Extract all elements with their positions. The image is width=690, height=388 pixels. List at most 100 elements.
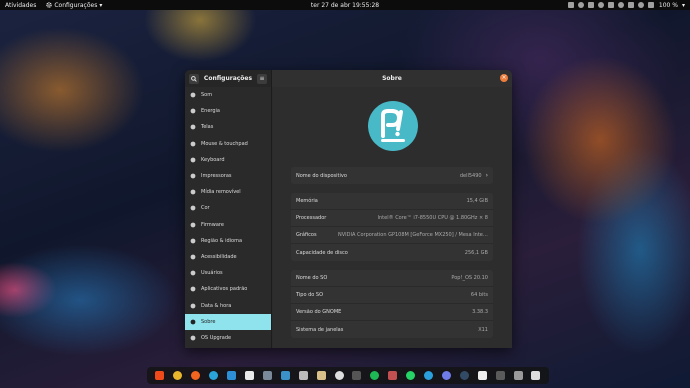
clock-icon	[190, 303, 196, 309]
globe-icon	[190, 238, 196, 244]
star-icon	[190, 286, 196, 292]
cpu-monitor-icon[interactable]	[567, 2, 574, 8]
sidebar-item-som[interactable]: Som	[185, 87, 271, 103]
display-icon	[190, 124, 196, 130]
sidebar-item-regi-o-idioma[interactable]: Região & idioma	[185, 233, 271, 249]
steam-icon[interactable]	[459, 371, 469, 380]
chevron-down-icon[interactable]: ▾	[682, 2, 685, 9]
device-name-row[interactable]: Nome do dispositivo dell5490 ›	[291, 167, 493, 184]
sidebar-item-label: Energia	[201, 108, 220, 115]
sidebar-item-label: Acessibilidade	[201, 253, 237, 260]
hardware-card: Memória 15,4 GiB Processador Intel® Core™ i…	[291, 193, 493, 261]
app-menu[interactable]: Configurações ▾	[46, 2, 102, 9]
trash-icon[interactable]	[513, 371, 523, 380]
os-info-label: Tipo do SO	[296, 292, 324, 298]
settings-window: Configurações ≡ Sobre × Som Energia Telas M…	[185, 70, 512, 348]
content-header: Sobre ×	[272, 70, 512, 87]
chrome-icon[interactable]	[173, 371, 183, 380]
text-editor-icon[interactable]	[298, 371, 308, 380]
sidebar-item-label: Mouse & touchpad	[201, 140, 248, 147]
sidebar-item-os-upgrade[interactable]: OS Upgrade	[185, 330, 271, 346]
upgrade-icon	[190, 335, 196, 341]
hardware-info-label: Memória	[296, 198, 318, 204]
hardware-info-label: Capacidade de disco	[296, 249, 348, 256]
pop-os-logo	[368, 101, 418, 151]
color-icon	[190, 205, 196, 211]
sidebar-item-impressoras[interactable]: Impressoras	[185, 168, 271, 184]
about-panel: Nome do dispositivo dell5490 › Memória 15…	[273, 87, 512, 348]
spotify-icon[interactable]	[370, 371, 380, 380]
media-icon	[190, 189, 196, 195]
vpn-icon[interactable]	[627, 2, 634, 8]
brave-icon[interactable]	[155, 371, 165, 380]
screenshot-icon[interactable]	[280, 371, 290, 380]
os-info-label: Versão do GNOME	[296, 309, 342, 315]
info-icon	[190, 319, 196, 325]
clipboard-icon[interactable]	[587, 2, 594, 8]
pdf-icon[interactable]	[495, 371, 505, 380]
sidebar-item-m-dia-remov-vel[interactable]: Mídia removível	[185, 184, 271, 200]
telegram-icon[interactable]	[424, 371, 434, 380]
accessibility-icon	[190, 254, 196, 260]
terminal-icon[interactable]	[352, 371, 362, 380]
sidebar-item-aplicativos-padr-o[interactable]: Aplicativos padrão	[185, 281, 271, 297]
sidebar-item-telas[interactable]: Telas	[185, 119, 271, 135]
sidebar-item-cor[interactable]: Cor	[185, 200, 271, 216]
discord-icon[interactable]	[441, 371, 451, 380]
sidebar-item-energia[interactable]: Energia	[185, 103, 271, 119]
printer-icon	[190, 173, 196, 179]
sidebar-item-data-hora[interactable]: Data & hora	[185, 297, 271, 313]
sidebar-item-mouse-touchpad[interactable]: Mouse & touchpad	[185, 136, 271, 152]
hardware-info-row: Gráficos NVIDIA Corporation GP108M [GeFor…	[291, 227, 493, 244]
settings-icon[interactable]	[334, 371, 344, 380]
clock[interactable]: ter 27 de abr 19:55:28	[311, 2, 379, 9]
dropbox-icon[interactable]	[577, 2, 584, 8]
sidebar-item-sobre[interactable]: Sobre	[185, 313, 271, 330]
hardware-info-label: Processador	[296, 215, 327, 221]
volume-icon[interactable]	[637, 2, 644, 8]
sidebar-item-label: Firmware	[201, 221, 224, 228]
notes-icon[interactable]	[316, 371, 326, 380]
close-icon: ×	[501, 74, 507, 81]
keyboard-icon	[190, 157, 196, 163]
files-icon[interactable]	[262, 371, 272, 380]
network-icon[interactable]	[617, 2, 624, 8]
hardware-info-value: 15,4 GiB	[466, 198, 488, 204]
top-bar: Atividades Configurações ▾ ter 27 de abr…	[0, 0, 690, 10]
layout-icon[interactable]	[607, 2, 614, 8]
os-info-value: 64 bits	[470, 292, 488, 298]
sidebar-title: Configurações	[203, 75, 253, 82]
edge-icon[interactable]	[209, 371, 219, 380]
hamburger-icon: ≡	[259, 75, 265, 82]
close-button[interactable]: ×	[500, 74, 508, 82]
sidebar-item-keyboard[interactable]: Keyboard	[185, 152, 271, 168]
sidebar-item-usu-rios[interactable]: Usuários	[185, 265, 271, 281]
whatsapp-icon[interactable]	[406, 371, 416, 380]
battery-icon[interactable]	[647, 2, 654, 8]
chevron-right-icon: ›	[485, 172, 488, 179]
power-icon	[190, 108, 196, 114]
os-info-row: Nome do SO Pop!_OS 20.10	[291, 270, 493, 287]
calendar-icon[interactable]	[244, 371, 254, 380]
hardware-info-value: NVIDIA Corporation GP108M [GeForce MX250…	[338, 232, 488, 238]
speaker-icon	[190, 92, 196, 98]
window-title: Sobre	[382, 75, 402, 82]
activities-button[interactable]: Atividades	[5, 2, 36, 9]
os-info-label: Sistema de janelas	[296, 326, 344, 333]
vscode-icon[interactable]	[227, 371, 237, 380]
sidebar-item-label: Aplicativos padrão	[201, 286, 248, 293]
app-grid-icon[interactable]	[531, 371, 541, 380]
settings-running-icon[interactable]	[477, 371, 487, 380]
sidebar-item-firmware[interactable]: Firmware	[185, 217, 271, 233]
os-info-row: Tipo do SO 64 bits	[291, 287, 493, 304]
menu-button[interactable]: ≡	[256, 73, 267, 84]
sidebar-item-label: Telas	[201, 124, 214, 131]
firefox-icon[interactable]	[191, 371, 201, 380]
sidebar-item-label: OS Upgrade	[201, 334, 232, 341]
sidebar-item-acessibilidade[interactable]: Acessibilidade	[185, 249, 271, 265]
search-button[interactable]	[189, 73, 199, 84]
dock	[147, 367, 549, 384]
bluetooth-icon[interactable]	[597, 2, 604, 8]
system-tray[interactable]: 100 % ▾	[567, 0, 685, 10]
games-icon[interactable]	[388, 371, 398, 380]
